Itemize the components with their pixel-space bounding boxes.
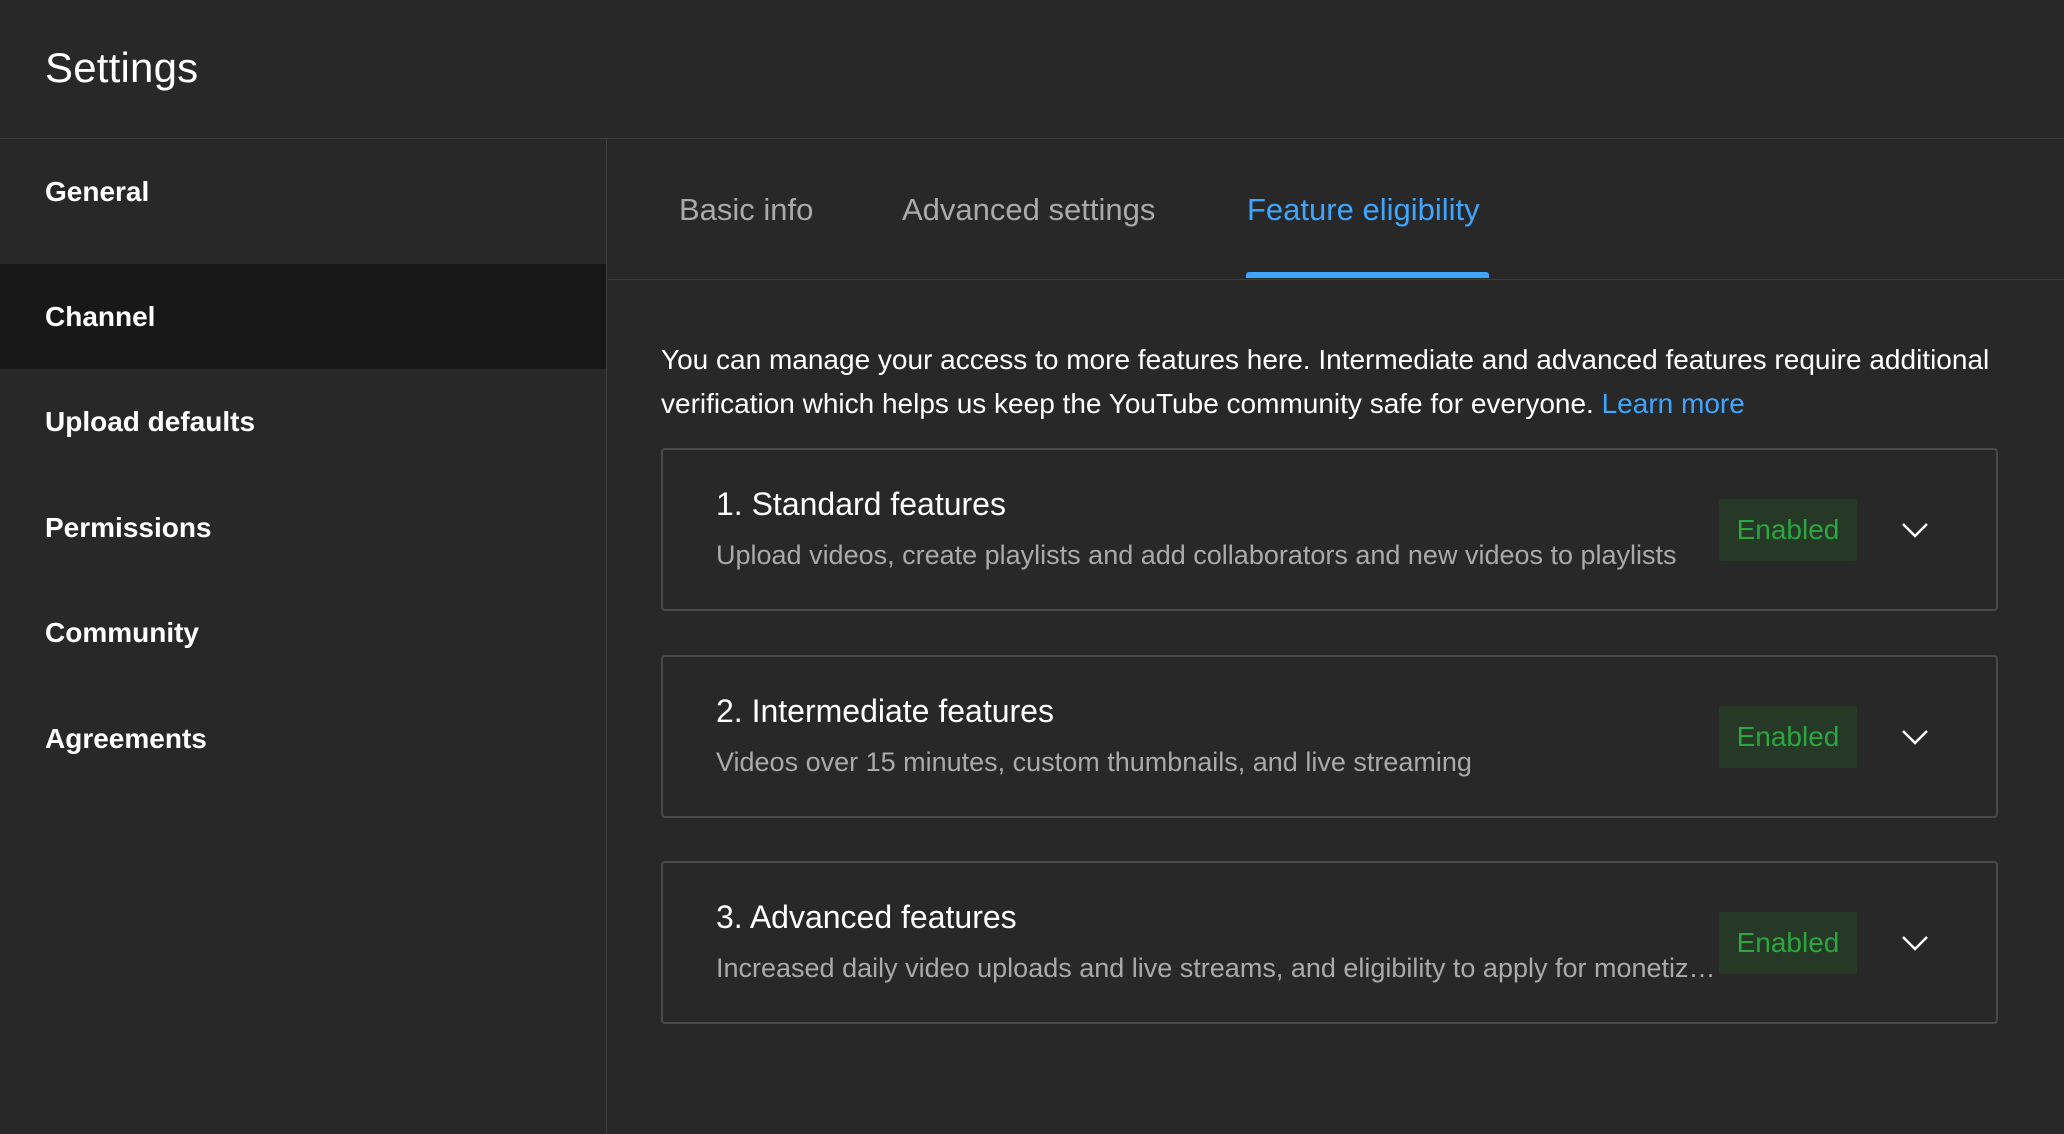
status-badge: Enabled (1719, 912, 1857, 974)
settings-main: Basic info Advanced settings Feature eli… (608, 139, 2064, 1134)
status-badge: Enabled (1719, 499, 1857, 561)
chevron-down-icon[interactable] (1895, 923, 1935, 963)
sidebar-item-agreements[interactable]: Agreements (0, 686, 606, 791)
description-text: You can manage your access to more featu… (661, 344, 1990, 419)
feature-card-advanced[interactable]: 3. Advanced features Increased daily vid… (661, 861, 1998, 1024)
feature-title: 3. Advanced features (716, 899, 1017, 935)
tab-feature-eligibility[interactable]: Feature eligibility (1247, 139, 1480, 280)
feature-description: Videos over 15 minutes, custom thumbnail… (716, 747, 1472, 777)
feature-description: Upload videos, create playlists and add … (716, 540, 1677, 570)
tab-basic-info[interactable]: Basic info (679, 139, 813, 280)
feature-description: Increased daily video uploads and live s… (716, 953, 1721, 983)
status-badge: Enabled (1719, 706, 1857, 768)
tab-bar: Basic info Advanced settings Feature eli… (608, 139, 2064, 280)
tab-advanced-settings[interactable]: Advanced settings (902, 139, 1155, 280)
sidebar-item-general[interactable]: General (0, 139, 606, 244)
settings-header: Settings (0, 0, 2064, 139)
sidebar-item-upload-defaults[interactable]: Upload defaults (0, 369, 606, 474)
active-tab-indicator (1246, 272, 1489, 278)
feature-title: 1. Standard features (716, 486, 1006, 522)
feature-eligibility-description: You can manage your access to more featu… (661, 338, 2021, 426)
feature-card-standard[interactable]: 1. Standard features Upload videos, crea… (661, 448, 1998, 611)
chevron-down-icon[interactable] (1895, 510, 1935, 550)
settings-sidebar: General Channel Upload defaults Permissi… (0, 139, 607, 1134)
chevron-down-icon[interactable] (1895, 717, 1935, 757)
sidebar-item-permissions[interactable]: Permissions (0, 475, 606, 580)
feature-title: 2. Intermediate features (716, 693, 1054, 729)
page-title: Settings (45, 44, 199, 91)
sidebar-item-community[interactable]: Community (0, 580, 606, 685)
feature-card-intermediate[interactable]: 2. Intermediate features Videos over 15 … (661, 655, 1998, 818)
learn-more-link[interactable]: Learn more (1602, 388, 1745, 419)
sidebar-item-channel[interactable]: Channel (0, 264, 606, 369)
